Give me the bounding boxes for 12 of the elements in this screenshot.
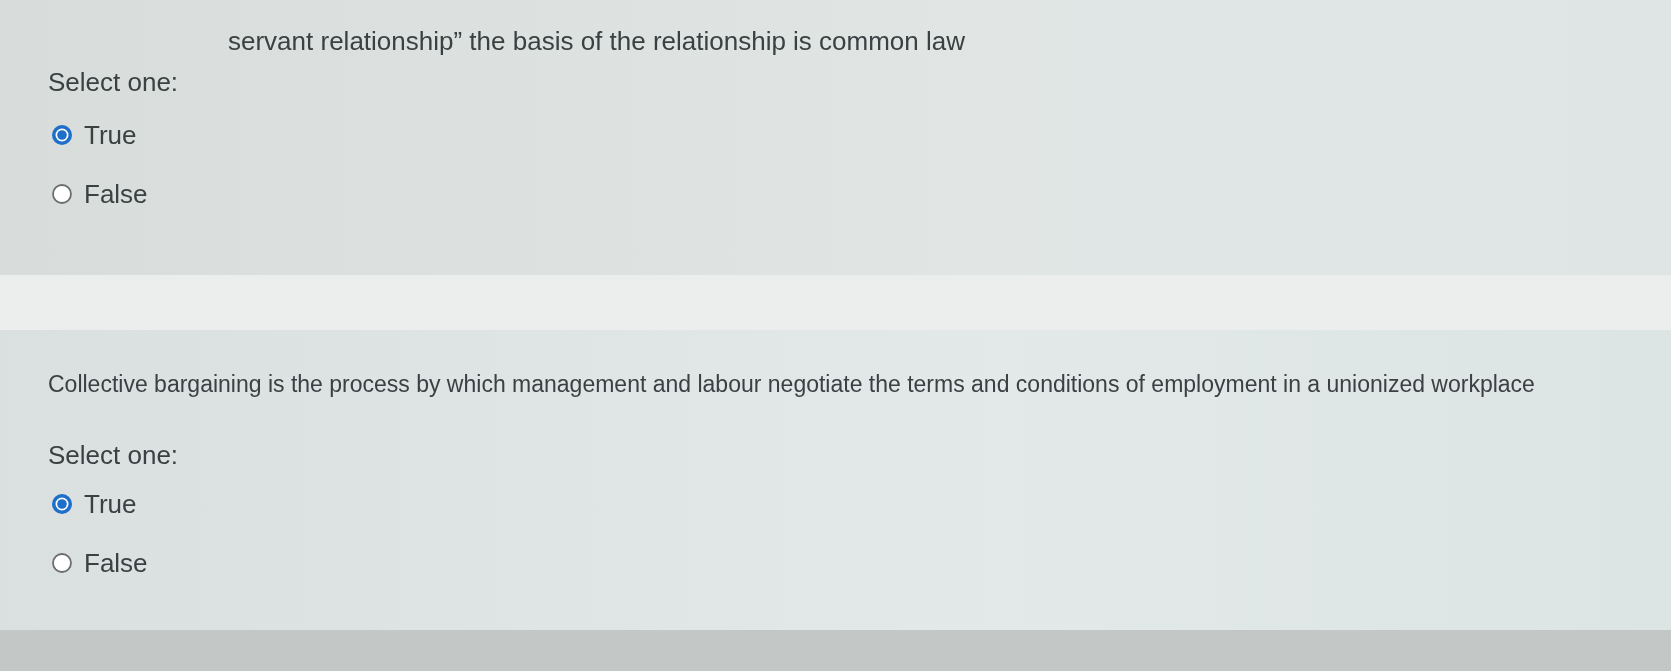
option-label[interactable]: True: [84, 489, 137, 519]
question-text: servant relationship” the basis of the relationship is common law: [228, 26, 966, 56]
radio-button[interactable]: [52, 494, 72, 514]
question-text: Collective bargaining is the process by which management and labour negotiate the terms and conditions of employment in a unionized workplace: [48, 370, 1535, 399]
prompt-text: Select one:: [48, 67, 179, 97]
radio-button[interactable]: [52, 184, 72, 204]
prompt-text: Select one:: [48, 440, 179, 470]
option-label[interactable]: True: [84, 120, 137, 150]
option-label[interactable]: False: [84, 179, 148, 209]
radio-button[interactable]: [52, 553, 72, 573]
radio-button[interactable]: [52, 125, 72, 145]
option-label[interactable]: False: [84, 548, 148, 578]
